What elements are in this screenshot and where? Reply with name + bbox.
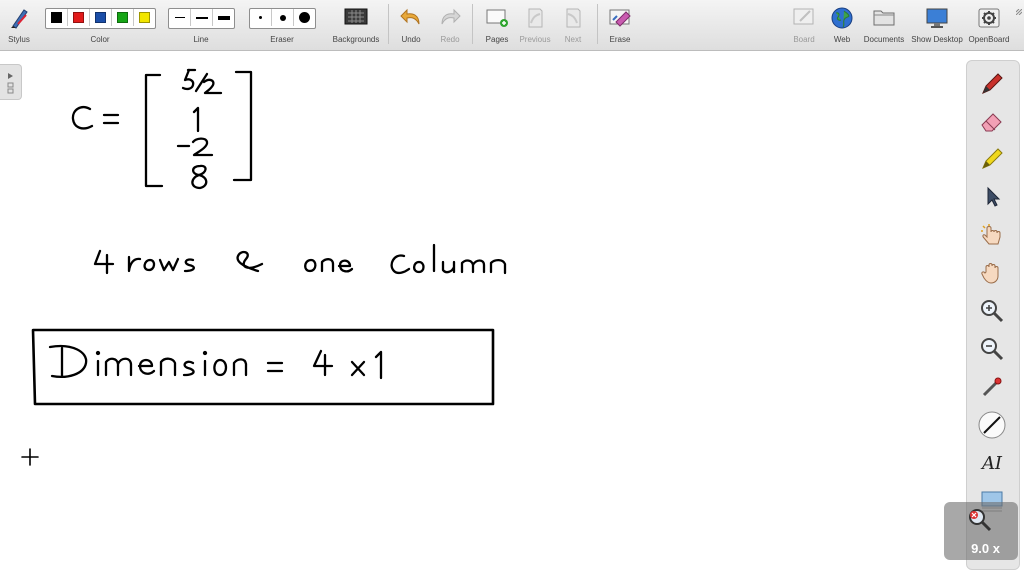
highlighter-tool-button[interactable] (977, 144, 1007, 174)
zoom-level-text: 9.0 x (971, 541, 1000, 556)
zoom-out-button[interactable] (977, 334, 1007, 364)
rows-columns-note-ink (93, 243, 507, 275)
window-resize-handle[interactable] (1015, 2, 1023, 16)
dimension-result-ink (48, 344, 383, 380)
matrix-label-ink (71, 106, 120, 130)
highlighter-icon (982, 148, 1003, 169)
selector-arrow-icon (987, 186, 1001, 207)
zoom-in-button[interactable] (977, 296, 1007, 326)
openboard-label: OpenBoard (968, 35, 1010, 44)
matrix-right-bracket (232, 70, 253, 182)
selector-tool-button[interactable] (977, 182, 1007, 212)
text-tool-icon: AI (981, 452, 1003, 474)
pen-tool-button[interactable] (977, 69, 1007, 99)
pen-icon (982, 73, 1003, 94)
laser-pointer-button[interactable] (977, 372, 1007, 402)
zoom-magnifier-icon (969, 509, 992, 532)
zoom-in-icon (981, 300, 1004, 323)
line-tool-icon (978, 411, 1006, 439)
eraser-tool-icon (981, 113, 1002, 132)
eraser-tool-button[interactable] (977, 106, 1007, 136)
matrix-entry-five-halves (181, 68, 223, 95)
laser-pointer-icon (982, 377, 1002, 397)
settings-gear-icon (978, 8, 1000, 28)
matrix-entry-eight (191, 164, 208, 190)
result-box (31, 328, 495, 406)
pointer-hand-icon (981, 224, 1001, 245)
tool-palette: AI (966, 60, 1020, 570)
hand-drag-icon (981, 263, 999, 284)
zoom-indicator: 9.0 x (944, 502, 1018, 560)
text-tool-button[interactable]: AI (977, 448, 1007, 478)
hand-tool-button[interactable] (977, 258, 1007, 288)
crosshair-cursor (21, 448, 39, 466)
matrix-entry-minus-two (176, 137, 214, 157)
interact-tool-button[interactable] (977, 220, 1007, 250)
openboard-button[interactable]: OpenBoard (966, 0, 1012, 50)
matrix-left-bracket (144, 73, 164, 188)
line-tool-button[interactable] (977, 410, 1007, 440)
zoom-out-icon (981, 338, 1004, 361)
whiteboard-canvas[interactable] (0, 0, 960, 576)
matrix-entry-one (192, 106, 200, 133)
